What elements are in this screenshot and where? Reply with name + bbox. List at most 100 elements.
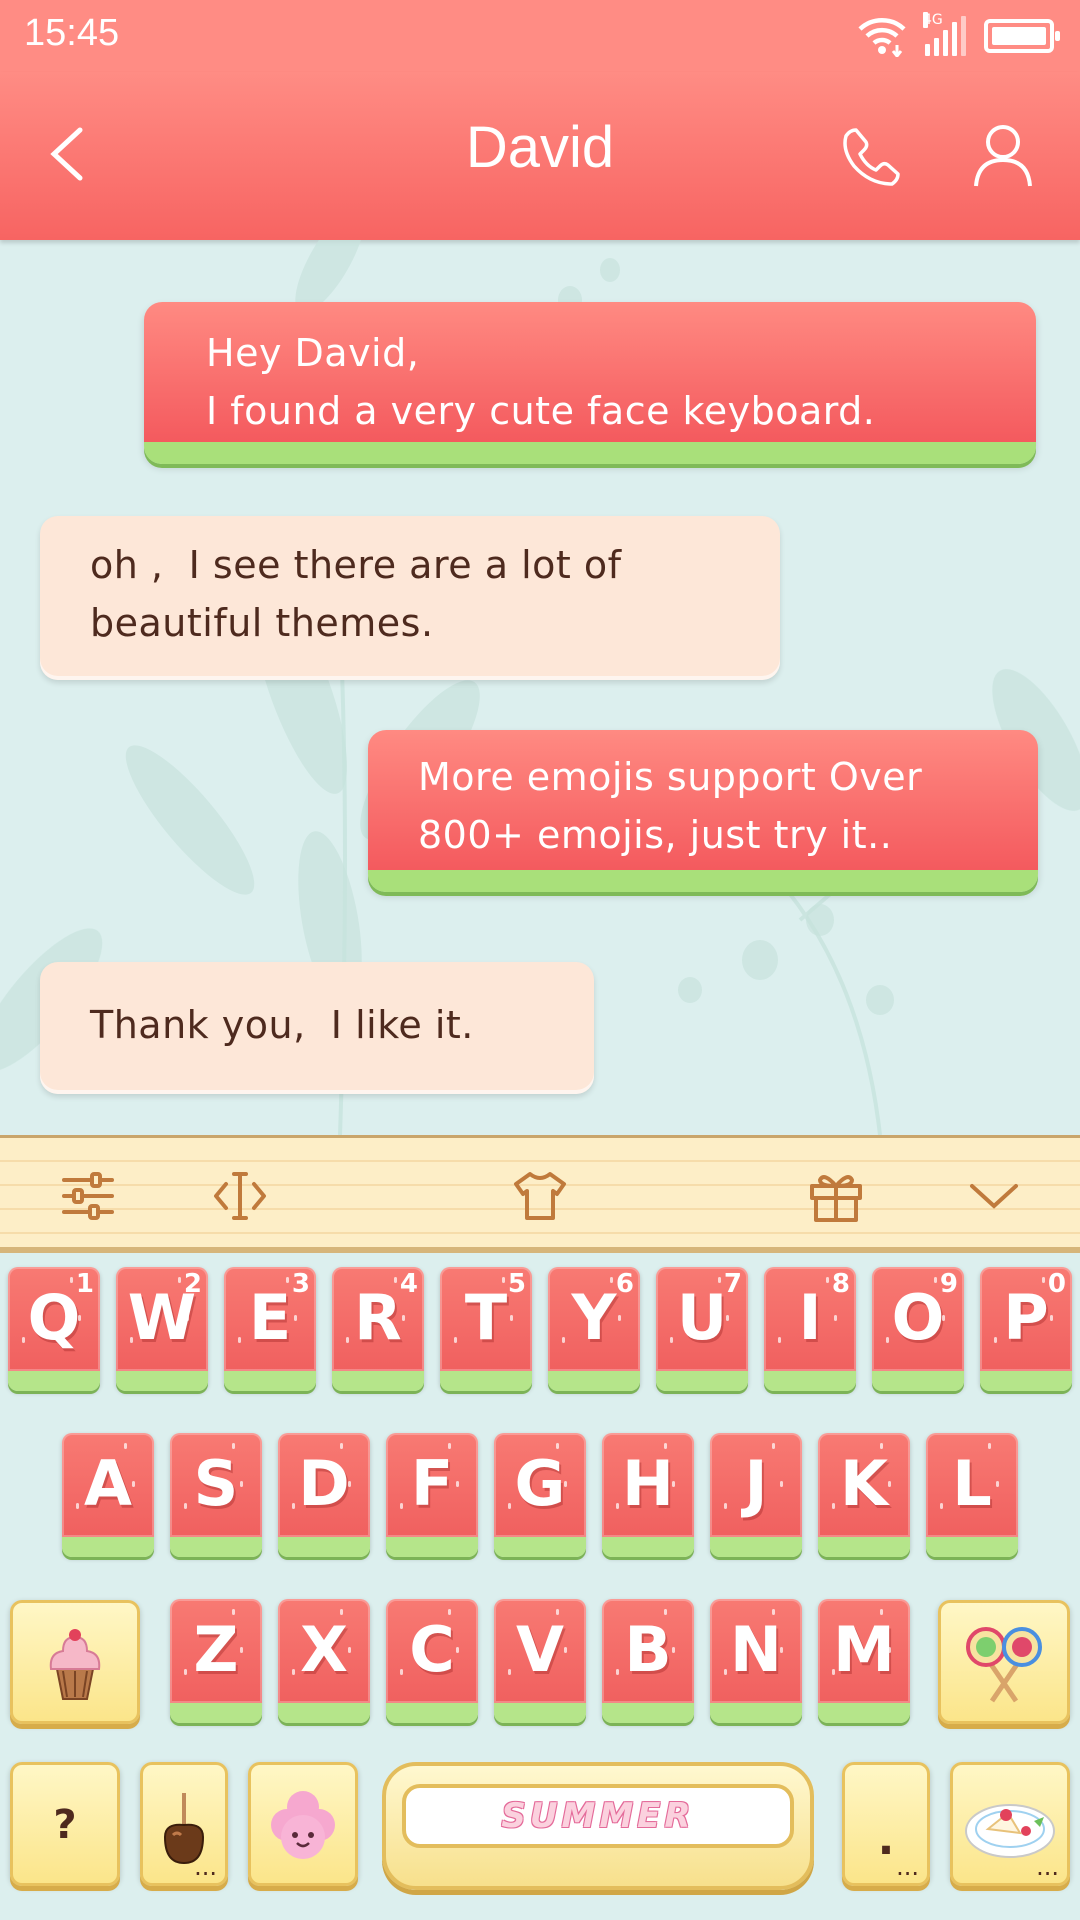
watermelon-seed-decoration [888, 1481, 891, 1487]
key-b[interactable]: B [602, 1599, 694, 1723]
key-x[interactable]: X [278, 1599, 370, 1723]
watermelon-seed-decoration [672, 1481, 675, 1487]
conversation-header: David [0, 72, 1080, 240]
more-options-marker: ... [194, 1853, 217, 1881]
key-f[interactable]: F [386, 1433, 478, 1557]
watermelon-seed-decoration [508, 1669, 511, 1675]
emoji-cupcake-key[interactable] [10, 1600, 140, 1724]
watermelon-seed-decoration [724, 1669, 727, 1675]
watermelon-seed-decoration [76, 1503, 79, 1509]
key-e[interactable]: E3 [224, 1267, 316, 1391]
gift-icon[interactable] [808, 1168, 864, 1224]
watermelon-seed-decoration [292, 1503, 295, 1509]
key-number-hint: 1 [75, 1269, 94, 1299]
watermelon-seed-decoration [564, 1647, 567, 1653]
emoji-lollipop-key[interactable] [938, 1600, 1070, 1724]
watermelon-seed-decoration [886, 1337, 889, 1343]
key-number-hint: 2 [183, 1269, 202, 1299]
watermelon-seed-decoration [888, 1647, 891, 1653]
key-letter: D [298, 1447, 350, 1520]
watermelon-seed-decoration [394, 1277, 397, 1283]
watermelon-seed-decoration [618, 1315, 621, 1321]
message-bubble-incoming[interactable]: oh , I see there are a lot of beautiful … [40, 516, 780, 680]
key-v[interactable]: V [494, 1599, 586, 1723]
watermelon-seed-decoration [348, 1647, 351, 1653]
key-letter: V [516, 1613, 564, 1686]
key-p[interactable]: P0 [980, 1267, 1072, 1391]
watermelon-seed-decoration [832, 1503, 835, 1509]
emoji-candy-apple-key[interactable]: ... [140, 1762, 228, 1886]
watermelon-seed-decoration [124, 1443, 127, 1449]
watermelon-seed-decoration [772, 1443, 775, 1449]
watermelon-seed-decoration [294, 1315, 297, 1321]
key-h[interactable]: H [602, 1433, 694, 1557]
space-bar-label: SUMMER [402, 1784, 794, 1848]
key-t[interactable]: T5 [440, 1267, 532, 1391]
key-letter: S [193, 1447, 239, 1520]
watermelon-seed-decoration [832, 1669, 835, 1675]
key-letter: H [622, 1447, 674, 1520]
key-letter: A [84, 1447, 132, 1520]
key-a[interactable]: A [62, 1433, 154, 1557]
watermelon-seed-decoration [286, 1277, 289, 1283]
key-u[interactable]: U7 [656, 1267, 748, 1391]
watermelon-seed-decoration [130, 1337, 133, 1343]
message-bubble-incoming[interactable]: Thank you, I like it. [40, 962, 594, 1094]
cursor-icon[interactable] [212, 1168, 268, 1224]
message-bubble-outgoing[interactable]: More emojis support Over 800+ emojis, ju… [368, 730, 1038, 892]
watermelon-seed-decoration [454, 1337, 457, 1343]
key-y[interactable]: Y6 [548, 1267, 640, 1391]
key-m[interactable]: M [818, 1599, 910, 1723]
watermelon-seed-decoration [508, 1503, 511, 1509]
status-bar: 15:45 4G [0, 0, 1080, 72]
key-r[interactable]: R4 [332, 1267, 424, 1391]
key-n[interactable]: N [710, 1599, 802, 1723]
watermelon-seed-decoration [670, 1337, 673, 1343]
emoji-dessert-plate-key[interactable]: ... [950, 1762, 1070, 1886]
key-g[interactable]: G [494, 1433, 586, 1557]
key-number-hint: 9 [939, 1269, 958, 1299]
watermelon-seed-decoration [880, 1609, 883, 1615]
key-o[interactable]: O9 [872, 1267, 964, 1391]
symbols-key[interactable]: ?123 [10, 1762, 120, 1886]
watermelon-seed-decoration [564, 1481, 567, 1487]
key-w[interactable]: W2 [116, 1267, 208, 1391]
watermelon-seed-decoration [184, 1669, 187, 1675]
key-letter: X [300, 1613, 348, 1686]
key-letter: N [730, 1613, 782, 1686]
key-l[interactable]: L [926, 1433, 1018, 1557]
status-time: 15:45 [24, 12, 120, 54]
key-letter: F [410, 1447, 454, 1520]
settings-sliders-icon[interactable] [60, 1168, 116, 1224]
watermelon-seed-decoration [556, 1443, 559, 1449]
watermelon-seed-decoration [834, 1315, 837, 1321]
space-bar[interactable]: SUMMER [382, 1762, 814, 1890]
key-c[interactable]: C [386, 1599, 478, 1723]
key-s[interactable]: S [170, 1433, 262, 1557]
key-d[interactable]: D [278, 1433, 370, 1557]
wifi-icon [858, 18, 906, 57]
period-key[interactable]: . ... [842, 1762, 930, 1886]
contact-profile-icon[interactable] [972, 122, 1034, 188]
network-type: 4G [923, 12, 943, 28]
key-number-hint: 5 [507, 1269, 526, 1299]
watermelon-seed-decoration [448, 1609, 451, 1615]
watermelon-seed-decoration [826, 1277, 829, 1283]
key-k[interactable]: K [818, 1433, 910, 1557]
emoji-cotton-candy-key[interactable] [248, 1762, 358, 1886]
watermelon-seed-decoration [664, 1443, 667, 1449]
phone-call-icon[interactable] [840, 124, 904, 188]
message-bubble-outgoing[interactable]: Hey David, I found a very cute face keyb… [144, 302, 1036, 464]
watermelon-seed-decoration [718, 1277, 721, 1283]
key-z[interactable]: Z [170, 1599, 262, 1723]
watermelon-seed-decoration [934, 1277, 937, 1283]
watermelon-seed-decoration [448, 1443, 451, 1449]
key-i[interactable]: I8 [764, 1267, 856, 1391]
watermelon-seed-decoration [664, 1609, 667, 1615]
watermelon-seed-decoration [184, 1503, 187, 1509]
key-q[interactable]: Q1 [8, 1267, 100, 1391]
collapse-chevron-icon[interactable] [966, 1168, 1022, 1224]
key-j[interactable]: J [710, 1433, 802, 1557]
watermelon-seed-decoration [238, 1337, 241, 1343]
theme-shirt-icon[interactable] [512, 1168, 568, 1224]
